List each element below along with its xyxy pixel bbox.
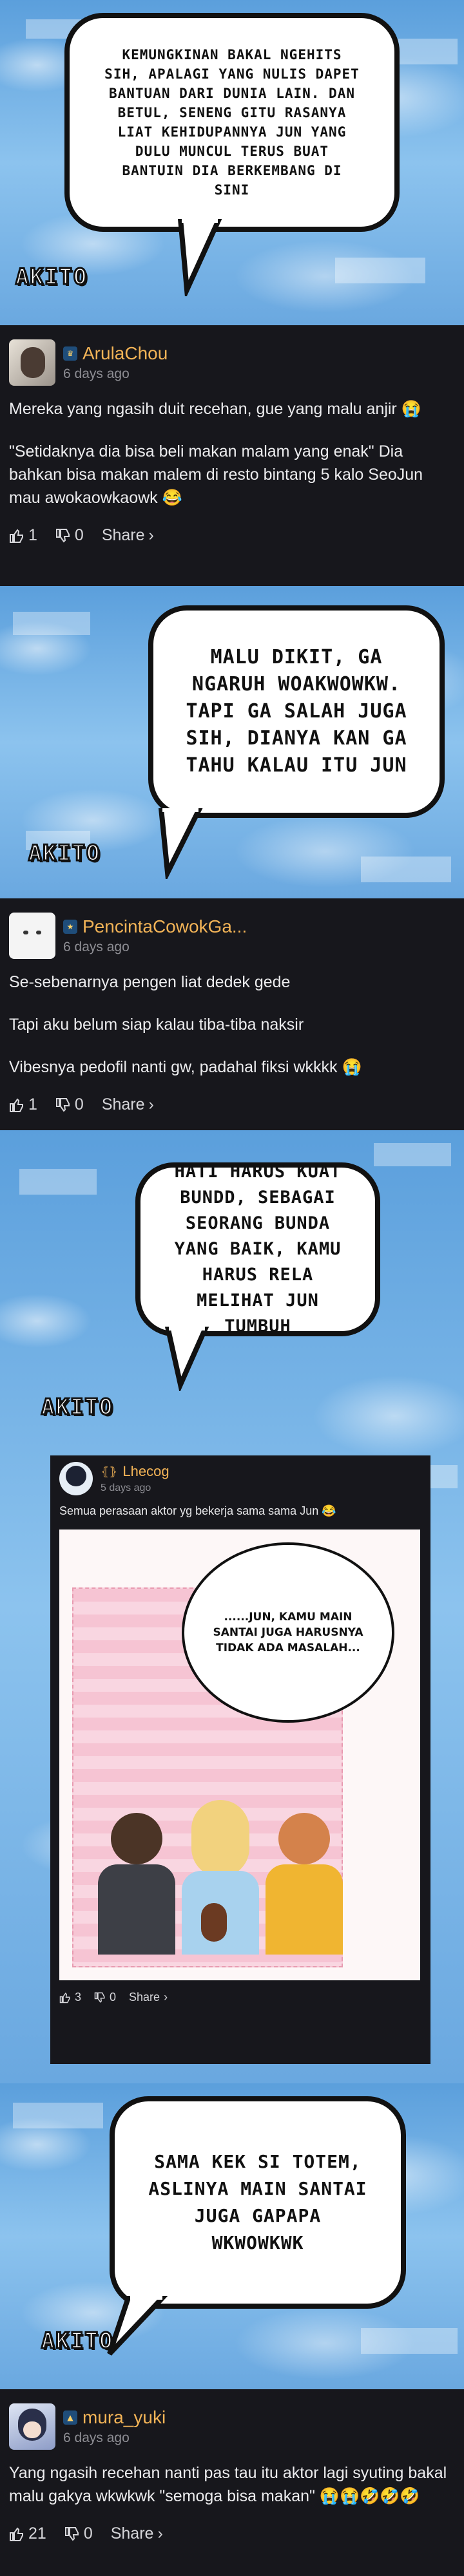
character-center: [182, 1800, 259, 1955]
timestamp: 6 days ago: [63, 940, 130, 954]
thumbs-down-icon: [55, 1097, 70, 1112]
page: { "panels": [ {"bubble_text": "KEMUNGKIN…: [0, 0, 464, 2576]
share-button[interactable]: Share ›: [102, 526, 154, 545]
dislike-button[interactable]: 0: [55, 1095, 84, 1114]
share-label: Share: [101, 526, 145, 544]
like-button[interactable]: 21: [9, 2524, 46, 2543]
embedded-comment-screenshot: ⦃⦄ Lhecog 5 days ago Semua perasaan akto…: [50, 1455, 430, 2064]
manga-panel-4: SAMA KEK SI TOTEM, ASLINYA MAIN SANTAI J…: [0, 2083, 464, 2389]
comment-card: ▲ mura_yuki 6 days ago Yang ngasih receh…: [0, 2389, 464, 2576]
comment-text: Mereka yang ngasih duit recehan, gue yan…: [9, 400, 421, 418]
watermark-akito: AKITO: [40, 1394, 114, 1421]
manga-panel-3: HATI HARUS KUAT BUNDD, SEBAGAI SEORANG B…: [0, 1130, 464, 2083]
dislike-count: 0: [74, 526, 84, 544]
like-button[interactable]: 1: [9, 526, 37, 545]
chevron-right-icon: ›: [148, 1095, 154, 1113]
speech-bubble: ......JUN, KAMU MAIN SANTAI JUGA HARUSNY…: [182, 1542, 394, 1723]
bubble-text: MALU DIKIT, GA NGARUH WOAKWOWKW. TAPI GA…: [186, 646, 407, 777]
share-button[interactable]: Share ›: [111, 2524, 163, 2543]
watermark-akito: AKITO: [27, 840, 101, 867]
timestamp: 5 days ago: [101, 1482, 151, 1493]
bubble-text: SAMA KEK SI TOTEM, ASLINYA MAIN SANTAI J…: [148, 2151, 367, 2253]
username[interactable]: ArulaChou: [82, 343, 168, 364]
avatar[interactable]: [9, 913, 55, 959]
username: Lhecog: [122, 1463, 169, 1479]
comment-body: Se-sebenarnya pengen liat dedek gede Tap…: [9, 971, 455, 1079]
bubble-tail: [177, 219, 222, 296]
speech-bubble: KEMUNGKINAN BAKAL NGEHITS SIH, APALAGI Y…: [64, 13, 400, 232]
watermark-akito: AKITO: [40, 2327, 114, 2355]
bubble-text: ......JUN, KAMU MAIN SANTAI JUGA HARUSNY…: [213, 1611, 363, 1654]
share-label: Share: [129, 1991, 160, 2003]
character-left: [98, 1813, 175, 1955]
chevron-right-icon: ›: [164, 1991, 168, 2003]
comment-body: Mereka yang ngasih duit recehan, gue yan…: [9, 397, 455, 509]
timestamp: 6 days ago: [63, 2430, 130, 2445]
like-count: 1: [28, 1095, 37, 1113]
speech-bubble: MALU DIKIT, GA NGARUH WOAKWOWKW. TAPI GA…: [148, 605, 445, 818]
rank-badge-icon: ★: [63, 920, 77, 934]
manga-panel-1: KEMUNGKINAN BAKAL NGEHITS SIH, APALAGI Y…: [0, 0, 464, 325]
username[interactable]: PencintaCowokGa...: [82, 916, 247, 937]
thumbs-up-icon: [10, 2526, 23, 2541]
comment-body: Yang ngasih recehan nanti pas tau itu ak…: [9, 2461, 455, 2508]
share-label: Share: [101, 1095, 145, 1113]
manga-image: ......JUN, KAMU MAIN SANTAI JUGA HARUSNY…: [59, 1530, 420, 1980]
comment-card: ♛ ArulaChou 6 days ago Mereka yang ngasi…: [0, 325, 464, 586]
character-right: [266, 1813, 343, 1955]
dislike-count: 0: [110, 1991, 117, 2003]
timestamp: 6 days ago: [63, 366, 130, 381]
dislike-button: 0: [94, 1991, 116, 2004]
comment-card: ★ PencintaCowokGa... 6 days ago Se-seben…: [0, 898, 464, 1130]
bubble-tail: [158, 808, 203, 879]
speech-bubble: HATI HARUS KUAT BUNDD, SEBAGAI SEORANG B…: [135, 1162, 380, 1336]
manga-panel-2: MALU DIKIT, GA NGARUH WOAKWOWKW. TAPI GA…: [0, 586, 464, 898]
thumbs-up-icon: [59, 1992, 70, 2003]
comment-text: Se-sebenarnya pengen liat dedek gede: [9, 973, 291, 991]
bubble-text: HATI HARUS KUAT BUNDD, SEBAGAI SEORANG B…: [174, 1162, 342, 1336]
rank-badge-icon: ⦃⦄: [101, 1464, 118, 1479]
bubble-text: KEMUNGKINAN BAKAL NGEHITS SIH, APALAGI Y…: [104, 47, 360, 198]
avatar[interactable]: [9, 2403, 55, 2450]
thumbs-down-icon: [55, 528, 70, 543]
like-count: 3: [75, 1991, 82, 2003]
share-button[interactable]: Share ›: [102, 1095, 154, 1114]
like-count: 21: [28, 2524, 46, 2543]
share-label: Share: [110, 2524, 154, 2543]
bubble-tail: [164, 1327, 209, 1391]
dislike-button[interactable]: 0: [55, 526, 84, 545]
watermark-akito: AKITO: [14, 263, 88, 291]
rank-badge-icon: ♛: [63, 346, 77, 361]
share-button: Share ›: [129, 1991, 168, 2004]
thumbs-down-icon: [64, 2526, 79, 2541]
comment-text: Yang ngasih recehan nanti pas tau itu ak…: [9, 2464, 447, 2505]
comment-text: Semua perasaan aktor yg bekerja sama sam…: [59, 1504, 336, 1517]
comment-text: Tapi aku belum siap kalau tiba-tiba naks…: [9, 1016, 304, 1034]
rank-badge-icon: ▲: [63, 2410, 77, 2425]
thumbs-up-icon: [10, 1097, 23, 1112]
comment-text: "Setidaknya dia bisa beli makan malam ya…: [9, 442, 423, 507]
thumbs-up-icon: [10, 528, 23, 543]
dislike-button[interactable]: 0: [64, 2524, 93, 2543]
comment-text: Vibesnya pedofil nanti gw, padahal fiksi…: [9, 1058, 362, 1076]
avatar[interactable]: [9, 339, 55, 386]
chevron-right-icon: ›: [157, 2524, 163, 2543]
chevron-right-icon: ›: [148, 526, 154, 544]
dislike-count: 0: [83, 2524, 93, 2543]
like-button: 3: [59, 1991, 81, 2004]
avatar: [59, 1462, 93, 1495]
like-count: 1: [28, 526, 37, 544]
like-button[interactable]: 1: [9, 1095, 37, 1114]
dislike-count: 0: [74, 1095, 84, 1113]
username[interactable]: mura_yuki: [82, 2407, 166, 2428]
speech-bubble: SAMA KEK SI TOTEM, ASLINYA MAIN SANTAI J…: [110, 2096, 406, 2309]
thumbs-down-icon: [94, 1992, 105, 2003]
